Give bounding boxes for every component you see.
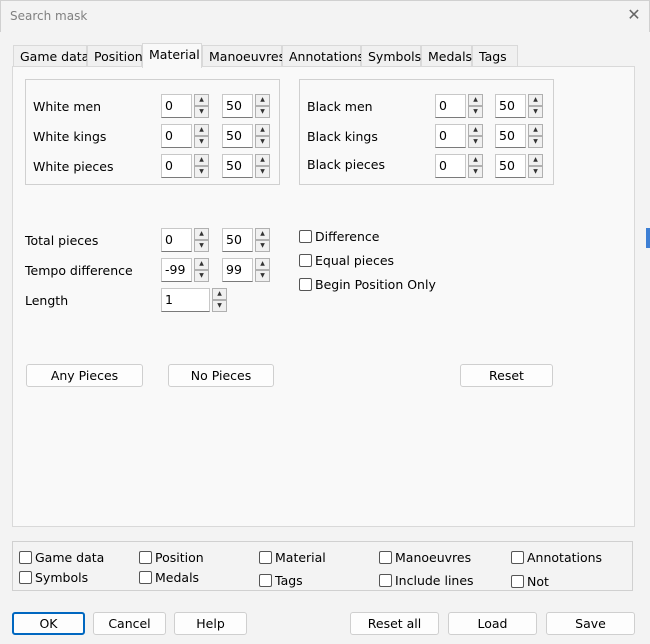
white-pieces-label: White pieces [33, 159, 114, 174]
chevron-up-icon[interactable]: ▲ [255, 228, 270, 240]
chevron-up-icon[interactable]: ▲ [194, 124, 209, 136]
title-bar [0, 0, 650, 32]
chevron-up-icon[interactable]: ▲ [194, 258, 209, 270]
tab-manoeuvres[interactable]: Manoeuvres [202, 45, 285, 67]
reset-all-button[interactable]: Reset all [350, 612, 439, 635]
chevron-down-icon[interactable]: ▼ [194, 136, 209, 148]
white-kings-label: White kings [33, 129, 107, 144]
black-pieces-label: Black pieces [307, 157, 385, 172]
tempo-difference-label: Tempo difference [25, 263, 133, 278]
length-label: Length [25, 293, 69, 308]
chevron-down-icon[interactable]: ▼ [528, 136, 543, 148]
chevron-up-icon[interactable]: ▲ [194, 154, 209, 166]
black-men-max-input[interactable]: 50 [495, 94, 526, 118]
black-men-label: Black men [307, 99, 373, 114]
black-men-min-input[interactable]: 0 [435, 94, 466, 118]
chevron-up-icon[interactable]: ▲ [212, 288, 227, 300]
chevron-down-icon[interactable]: ▼ [255, 270, 270, 282]
window-title: Search mask [10, 9, 88, 23]
length-input[interactable]: 1 [161, 288, 210, 312]
white-men-min-input[interactable]: 0 [161, 94, 192, 118]
chevron-up-icon[interactable]: ▲ [255, 154, 270, 166]
total-pieces-max-input[interactable]: 50 [222, 228, 253, 252]
tab-position[interactable]: Position [87, 45, 143, 67]
white-kings-min-input[interactable]: 0 [161, 124, 192, 148]
chevron-up-icon[interactable]: ▲ [194, 94, 209, 106]
chevron-up-icon[interactable]: ▲ [468, 124, 483, 136]
tab-annotations[interactable]: Annotations [282, 45, 364, 67]
reset-button[interactable]: Reset [460, 364, 553, 387]
chevron-down-icon[interactable]: ▼ [255, 106, 270, 118]
chevron-up-icon[interactable]: ▲ [255, 124, 270, 136]
chevron-down-icon[interactable]: ▼ [212, 300, 227, 312]
chevron-down-icon[interactable]: ▼ [468, 136, 483, 148]
chevron-down-icon[interactable]: ▼ [194, 166, 209, 178]
chevron-down-icon[interactable]: ▼ [468, 106, 483, 118]
tab-tags[interactable]: Tags [472, 45, 518, 67]
no-pieces-button[interactable]: No Pieces [168, 364, 274, 387]
total-pieces-label: Total pieces [25, 233, 99, 248]
chevron-up-icon[interactable]: ▲ [468, 154, 483, 166]
tab-symbols[interactable]: Symbols [361, 45, 421, 67]
black-kings-max-input[interactable]: 50 [495, 124, 526, 148]
save-button[interactable]: Save [546, 612, 635, 635]
black-kings-label: Black kings [307, 129, 378, 144]
help-button[interactable]: Help [174, 612, 247, 635]
cancel-button[interactable]: Cancel [93, 612, 166, 635]
total-pieces-min-input[interactable]: 0 [161, 228, 192, 252]
white-pieces-max-input[interactable]: 50 [222, 154, 253, 178]
white-pieces-min-input[interactable]: 0 [161, 154, 192, 178]
chevron-up-icon[interactable]: ▲ [255, 94, 270, 106]
window-edge-accent [646, 228, 650, 248]
black-pieces-max-input[interactable]: 50 [495, 154, 526, 178]
chevron-up-icon[interactable]: ▲ [528, 94, 543, 106]
white-men-max-input[interactable]: 50 [222, 94, 253, 118]
chevron-down-icon[interactable]: ▼ [528, 106, 543, 118]
any-pieces-button[interactable]: Any Pieces [26, 364, 143, 387]
black-kings-min-input[interactable]: 0 [435, 124, 466, 148]
chevron-down-icon[interactable]: ▼ [255, 136, 270, 148]
close-icon[interactable]: ✕ [624, 5, 644, 25]
chevron-down-icon[interactable]: ▼ [255, 240, 270, 252]
chevron-down-icon[interactable]: ▼ [468, 166, 483, 178]
chevron-down-icon[interactable]: ▼ [194, 270, 209, 282]
chevron-up-icon[interactable]: ▲ [255, 258, 270, 270]
chevron-down-icon[interactable]: ▼ [194, 240, 209, 252]
chevron-up-icon[interactable]: ▲ [528, 154, 543, 166]
tab-material[interactable]: Material [142, 43, 202, 68]
white-kings-max-input[interactable]: 50 [222, 124, 253, 148]
tab-game-data[interactable]: Game data [13, 45, 89, 67]
chevron-down-icon[interactable]: ▼ [255, 166, 270, 178]
black-pieces-min-input[interactable]: 0 [435, 154, 466, 178]
chevron-down-icon[interactable]: ▼ [194, 106, 209, 118]
chevron-up-icon[interactable]: ▲ [528, 124, 543, 136]
tempo-difference-min-input[interactable]: -99 [161, 258, 192, 282]
chevron-up-icon[interactable]: ▲ [468, 94, 483, 106]
chevron-up-icon[interactable]: ▲ [194, 228, 209, 240]
ok-button[interactable]: OK [12, 612, 85, 635]
tab-medals[interactable]: Medals [421, 45, 472, 67]
chevron-down-icon[interactable]: ▼ [528, 166, 543, 178]
white-men-label: White men [33, 99, 102, 114]
tempo-difference-max-input[interactable]: 99 [222, 258, 253, 282]
load-button[interactable]: Load [448, 612, 537, 635]
